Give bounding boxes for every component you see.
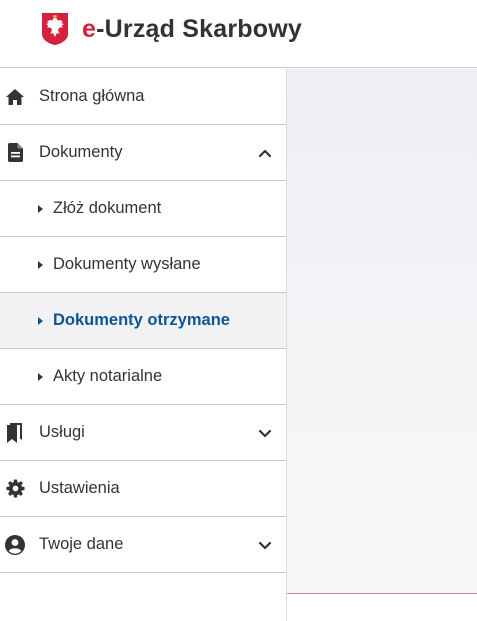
sidebar-subitem-label: Dokumenty wysłane: [53, 255, 201, 273]
bullet-arrow-icon: [38, 204, 43, 213]
app-title[interactable]: e-Urząd Skarbowy: [82, 15, 302, 44]
document-icon: [4, 142, 26, 164]
gear-icon: [4, 478, 26, 500]
bookmarks-icon: [4, 422, 26, 444]
chevron-down-icon[interactable]: [258, 538, 272, 552]
sidebar-subitem-label: Akty notarialne: [53, 367, 163, 385]
sidebar-item-label: Twoje dane: [39, 535, 124, 553]
sidebar-item-dokumenty[interactable]: Dokumenty: [0, 125, 286, 181]
sidebar-item-label: Usługi: [39, 423, 85, 441]
sidebar-item-label: Strona główna: [39, 87, 145, 105]
bullet-arrow-icon: [38, 260, 43, 269]
sidebar-subitem-dokumenty-wyslane[interactable]: Dokumenty wysłane: [0, 237, 286, 293]
sidebar-item-label: Ustawienia: [39, 479, 120, 497]
user-icon: [4, 534, 26, 556]
bullet-arrow-icon: [38, 372, 43, 381]
sidebar-subitem-label: Złóż dokument: [53, 199, 162, 217]
sidebar-item-label: Dokumenty: [39, 143, 123, 161]
chevron-down-icon[interactable]: [258, 426, 272, 440]
bullet-arrow-icon: [38, 316, 43, 325]
main-content-area: [287, 69, 477, 621]
sidebar-item-ustawienia[interactable]: Ustawienia: [0, 461, 286, 517]
home-icon: [4, 86, 26, 108]
sidebar-subitem-label: Dokumenty otrzymane: [53, 311, 230, 329]
app-header: e-Urząd Skarbowy: [0, 0, 477, 68]
sidebar-item-twoje-dane[interactable]: Twoje dane: [0, 517, 286, 573]
sidebar-subitem-akty-notarialne[interactable]: Akty notarialne: [0, 349, 286, 405]
sidebar-subitem-dokumenty-otrzymane[interactable]: Dokumenty otrzymane: [0, 293, 286, 349]
polish-eagle-emblem-icon[interactable]: [41, 12, 69, 46]
footer-area: [287, 594, 477, 621]
chevron-up-icon[interactable]: [258, 146, 272, 160]
sidebar-subitem-zloz-dokument[interactable]: Złóż dokument: [0, 181, 286, 237]
sidebar-item-uslugi[interactable]: Usługi: [0, 405, 286, 461]
sidebar-item-strona-glowna[interactable]: Strona główna: [0, 69, 286, 125]
app-title-brand: e: [82, 15, 97, 43]
sidebar-nav: Strona główna Dokumenty Złóż dokument Do…: [0, 69, 287, 621]
app-title-rest: -Urząd Skarbowy: [96, 15, 302, 43]
